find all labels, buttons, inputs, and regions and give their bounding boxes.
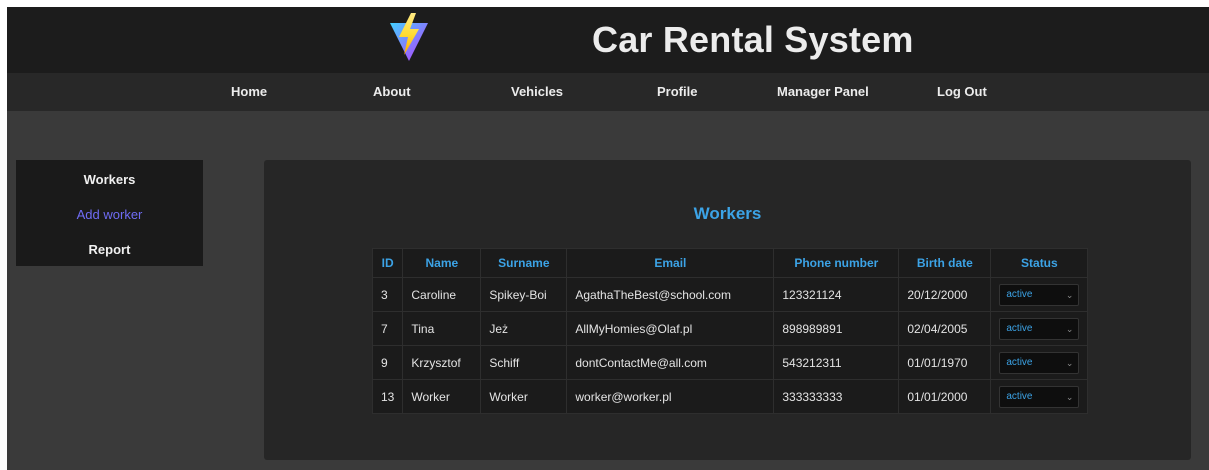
vite-logo-icon — [390, 13, 428, 61]
cell-phone: 898989891 — [773, 311, 900, 346]
nav-log-out[interactable]: Log Out — [937, 84, 987, 99]
cell-birth-date: 20/12/2000 — [898, 277, 992, 312]
cell-surname: Jeż — [480, 311, 568, 346]
cell-status: active ⌄ — [990, 311, 1089, 346]
cell-status: active ⌄ — [990, 379, 1089, 414]
column-header-name: Name — [402, 248, 482, 278]
status-value: active — [1006, 356, 1033, 368]
header-bar: Car Rental System — [7, 7, 1209, 73]
status-value: active — [1006, 322, 1033, 334]
cell-email: AllMyHomies@Olaf.pl — [566, 311, 775, 346]
cell-birth-date: 02/04/2005 — [898, 311, 992, 346]
status-select[interactable]: active ⌄ — [999, 283, 1080, 306]
column-header-surname: Surname — [480, 248, 568, 278]
table-header-row: ID Name Surname Email Phone number Birth… — [371, 248, 1089, 278]
sidebar-item-workers[interactable]: Workers — [16, 172, 203, 187]
sidebar-item-report[interactable]: Report — [16, 242, 203, 257]
table-row: 13 Worker Worker worker@worker.pl 333333… — [371, 379, 1089, 414]
cell-id: 3 — [371, 277, 404, 312]
column-header-status: Status — [990, 248, 1089, 278]
cell-status: active ⌄ — [990, 345, 1089, 380]
chevron-down-icon: ⌄ — [1065, 289, 1074, 300]
chevron-down-icon: ⌄ — [1065, 391, 1074, 402]
status-value: active — [1006, 288, 1033, 300]
cell-phone: 333333333 — [773, 379, 900, 414]
cell-name: Tina — [402, 311, 482, 346]
app-title: Car Rental System — [592, 19, 914, 60]
column-header-email: Email — [566, 248, 775, 278]
cell-phone: 123321124 — [773, 277, 900, 312]
main-nav: Home About Vehicles Profile Manager Pane… — [7, 73, 1209, 111]
cell-surname: Worker — [480, 379, 568, 414]
cell-email: AgathaTheBest@school.com — [566, 277, 775, 312]
cell-id: 13 — [371, 379, 404, 414]
cell-name: Caroline — [402, 277, 482, 312]
manager-sidebar: Workers Add worker Report — [16, 160, 203, 266]
cell-birth-date: 01/01/1970 — [898, 345, 992, 380]
workers-panel: Workers ID Name Surname Email Phone numb… — [264, 160, 1191, 460]
nav-profile[interactable]: Profile — [657, 84, 697, 99]
cell-name: Worker — [402, 379, 482, 414]
table-row: 9 Krzysztof Schiff dontContactMe@all.com… — [371, 345, 1089, 380]
cell-surname: Schiff — [480, 345, 568, 380]
status-select[interactable]: active ⌄ — [999, 317, 1080, 340]
cell-email: dontContactMe@all.com — [566, 345, 775, 380]
cell-id: 9 — [371, 345, 404, 380]
status-value: active — [1006, 390, 1033, 402]
workers-table: ID Name Surname Email Phone number Birth… — [371, 248, 1089, 414]
nav-about[interactable]: About — [373, 84, 411, 99]
sidebar-item-add-worker[interactable]: Add worker — [16, 207, 203, 222]
page-title: Workers — [693, 204, 762, 223]
column-header-phone-number: Phone number — [773, 248, 900, 278]
status-select[interactable]: active ⌄ — [999, 351, 1080, 374]
cell-surname: Spikey-Boi — [480, 277, 568, 312]
cell-id: 7 — [371, 311, 404, 346]
cell-phone: 543212311 — [773, 345, 900, 380]
status-select[interactable]: active ⌄ — [999, 385, 1080, 408]
cell-email: worker@worker.pl — [566, 379, 775, 414]
nav-manager-panel[interactable]: Manager Panel — [777, 84, 869, 99]
table-row: 7 Tina Jeż AllMyHomies@Olaf.pl 898989891… — [371, 311, 1089, 346]
cell-status: active ⌄ — [990, 277, 1089, 312]
app-window: Car Rental System Home About Vehicles Pr… — [7, 7, 1209, 470]
chevron-down-icon: ⌄ — [1065, 323, 1074, 334]
column-header-id: ID — [371, 248, 404, 278]
cell-name: Krzysztof — [402, 345, 482, 380]
cell-birth-date: 01/01/2000 — [898, 379, 992, 414]
table-row: 3 Caroline Spikey-Boi AgathaTheBest@scho… — [371, 277, 1089, 312]
nav-home[interactable]: Home — [231, 84, 267, 99]
nav-vehicles[interactable]: Vehicles — [511, 84, 563, 99]
chevron-down-icon: ⌄ — [1065, 357, 1074, 368]
column-header-birth-date: Birth date — [898, 248, 992, 278]
